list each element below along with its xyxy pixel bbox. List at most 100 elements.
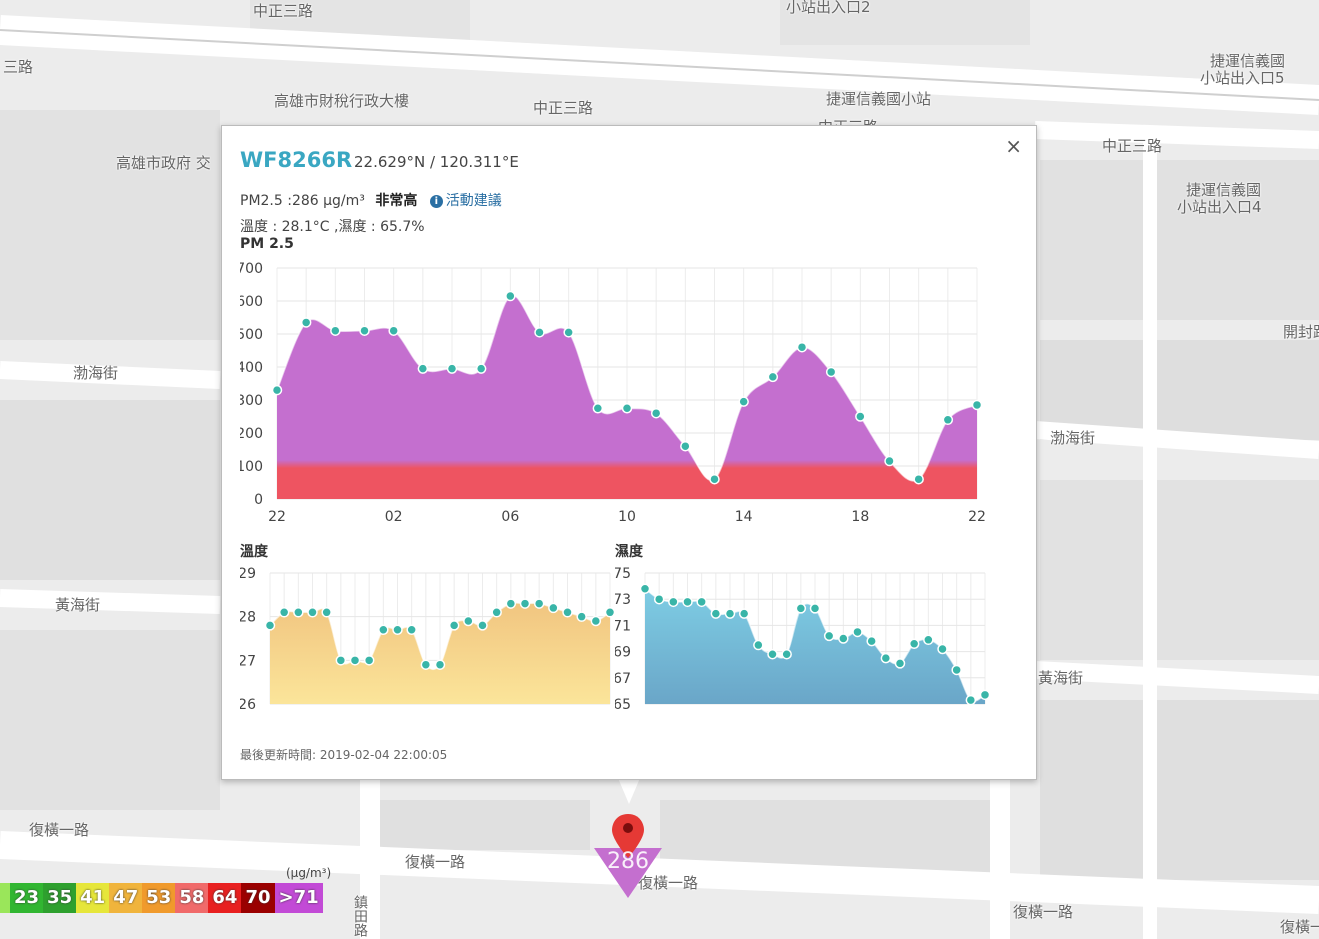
y-tick-label: 0: [254, 492, 263, 508]
close-icon[interactable]: ×: [1005, 134, 1022, 158]
data-point[interactable]: [592, 403, 604, 414]
data-point[interactable]: [866, 635, 877, 647]
legend-swatch: 41: [76, 883, 110, 913]
site-id: WF8266R: [240, 148, 353, 172]
data-point[interactable]: [293, 607, 304, 618]
data-point[interactable]: [562, 607, 573, 618]
map-street-label: 中正三路: [1102, 137, 1163, 155]
data-point[interactable]: [463, 615, 474, 627]
data-point[interactable]: [278, 607, 290, 618]
data-point[interactable]: [781, 648, 792, 660]
data-point[interactable]: [971, 399, 983, 411]
data-point[interactable]: [505, 598, 517, 609]
data-point[interactable]: [913, 473, 924, 485]
map-street-label: 復橫一路: [1013, 903, 1074, 921]
data-point[interactable]: [965, 694, 977, 706]
data-point[interactable]: [388, 325, 399, 336]
data-point[interactable]: [979, 689, 991, 701]
data-point[interactable]: [378, 624, 389, 636]
data-point[interactable]: [852, 626, 863, 638]
data-point[interactable]: [576, 611, 587, 622]
aqi-marker[interactable]: 286: [592, 812, 664, 900]
data-point[interactable]: [923, 634, 934, 646]
data-point[interactable]: [417, 363, 429, 374]
data-point[interactable]: [908, 638, 920, 649]
data-point[interactable]: [724, 608, 736, 619]
data-point[interactable]: [710, 608, 722, 619]
data-point[interactable]: [653, 593, 665, 605]
x-tick-label: 22: [968, 509, 986, 525]
data-point[interactable]: [330, 325, 341, 336]
data-point[interactable]: [475, 363, 487, 374]
data-point[interactable]: [753, 639, 764, 651]
data-point[interactable]: [491, 607, 502, 618]
data-point[interactable]: [477, 620, 488, 631]
data-point[interactable]: [349, 655, 361, 666]
humidity-chart: 65 67 69 71 73 75: [615, 566, 991, 713]
map-station-label: 小站出入口5: [1200, 69, 1285, 87]
legend-swatch: [0, 883, 10, 913]
data-point[interactable]: [363, 655, 375, 666]
data-point[interactable]: [335, 655, 347, 666]
data-point[interactable]: [884, 455, 895, 467]
data-point[interactable]: [825, 366, 837, 378]
data-point[interactable]: [796, 341, 808, 353]
data-point[interactable]: [307, 607, 318, 618]
data-point[interactable]: [321, 607, 332, 618]
last-updated: 最後更新時間: 2019-02-04 22:00:05: [240, 748, 448, 762]
data-point[interactable]: [264, 620, 276, 631]
data-point[interactable]: [406, 624, 417, 636]
data-point[interactable]: [709, 473, 720, 485]
x-tick-label: 10: [618, 509, 636, 525]
data-point[interactable]: [590, 615, 602, 627]
data-point[interactable]: [696, 596, 707, 608]
data-point[interactable]: [359, 325, 370, 336]
data-point[interactable]: [767, 371, 779, 383]
data-point[interactable]: [942, 414, 954, 426]
data-point[interactable]: [271, 384, 283, 396]
data-point[interactable]: [392, 624, 403, 636]
advice-link-label: 活動建議: [445, 193, 502, 209]
data-point[interactable]: [855, 411, 866, 422]
data-point[interactable]: [300, 317, 312, 328]
data-point[interactable]: [937, 643, 948, 655]
data-point[interactable]: [604, 607, 616, 618]
data-point[interactable]: [534, 327, 545, 338]
humidity-chart-title: 濕度: [615, 544, 643, 560]
map-poi-label: 高雄市政府 交: [116, 154, 211, 172]
data-point[interactable]: [795, 603, 807, 614]
data-point[interactable]: [767, 648, 778, 660]
pm25-legend: 23 35 41 47 53 58 64 70 >71: [0, 883, 323, 913]
map-station-label: 捷運信義國小站: [826, 90, 932, 108]
x-tick-label: 06: [501, 509, 519, 525]
data-point[interactable]: [505, 290, 516, 302]
data-point[interactable]: [680, 440, 691, 452]
data-point[interactable]: [809, 603, 821, 614]
data-point[interactable]: [519, 598, 531, 609]
data-point[interactable]: [668, 596, 679, 608]
data-point[interactable]: [880, 652, 892, 664]
data-point[interactable]: [894, 658, 906, 669]
data-point[interactable]: [650, 407, 662, 419]
data-point[interactable]: [533, 598, 545, 609]
advice-link[interactable]: i 活動建議: [429, 193, 502, 209]
y-tick-label: 65: [615, 697, 631, 713]
data-point[interactable]: [639, 583, 651, 594]
data-point[interactable]: [738, 608, 750, 619]
data-point[interactable]: [823, 630, 835, 642]
data-point[interactable]: [563, 327, 574, 338]
data-point[interactable]: [420, 659, 432, 670]
data-point[interactable]: [434, 659, 446, 670]
map-street-label: 復橫一路: [29, 821, 90, 839]
data-point[interactable]: [448, 620, 460, 631]
data-point[interactable]: [621, 403, 633, 414]
data-point[interactable]: [548, 602, 559, 614]
y-tick-label: 28: [240, 610, 256, 626]
data-point[interactable]: [738, 396, 749, 407]
data-point[interactable]: [838, 633, 849, 644]
legend-unit: (μg/m³): [286, 866, 332, 880]
map-street-label: 渤海街: [1050, 429, 1096, 447]
data-point[interactable]: [446, 363, 458, 374]
data-point[interactable]: [951, 664, 962, 676]
data-point[interactable]: [682, 596, 693, 608]
